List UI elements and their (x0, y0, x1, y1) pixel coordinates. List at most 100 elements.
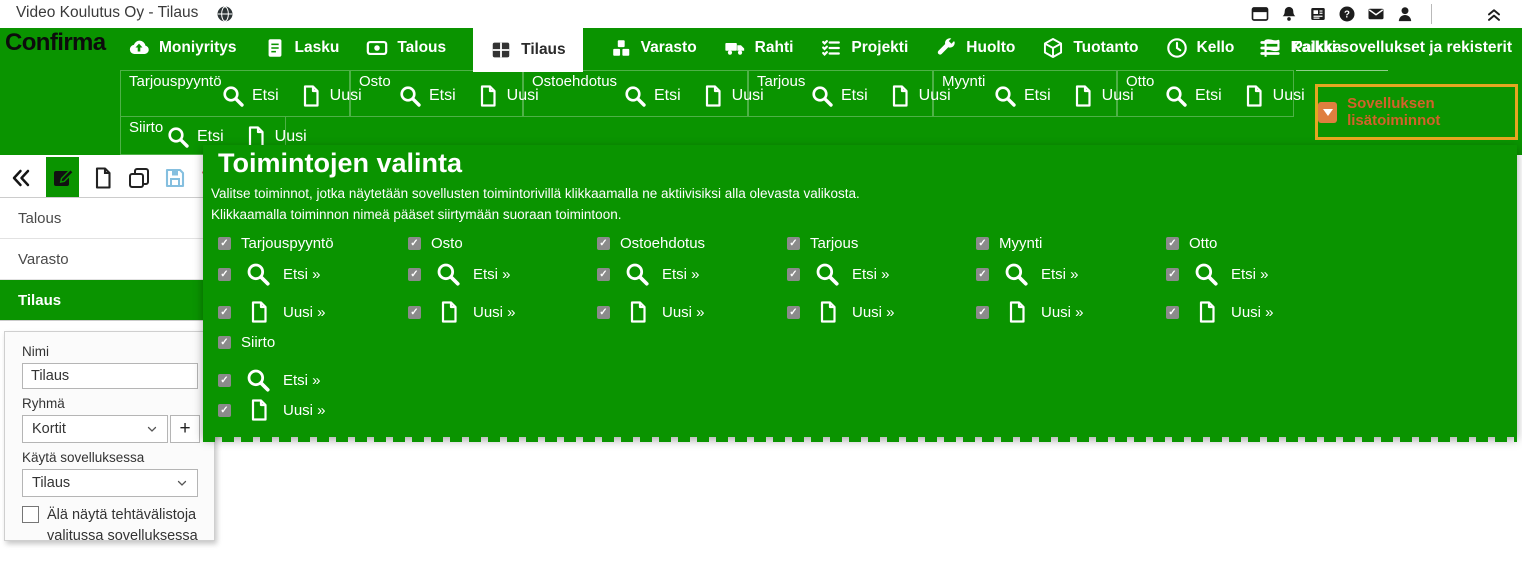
etsi-link[interactable]: Etsi » (852, 266, 890, 283)
etsi-link[interactable]: Etsi » (283, 266, 321, 283)
panel-column-label[interactable]: Tarjouspyyntö (241, 235, 334, 252)
search-icon[interactable] (1003, 261, 1029, 287)
checkbox[interactable] (597, 237, 610, 250)
submenu-group-label[interactable]: Tarjouspyyntö (129, 73, 222, 90)
search-icon[interactable] (245, 261, 271, 287)
etsi-action[interactable]: Etsi (993, 84, 1051, 108)
search-icon[interactable] (814, 261, 840, 287)
app-extra-actions-button[interactable]: Sovelluksen lisätoiminnot (1315, 84, 1518, 140)
checkbox[interactable] (597, 268, 610, 281)
panel-column-label[interactable]: Osto (431, 235, 463, 252)
search-icon[interactable] (624, 261, 650, 287)
etsi-action[interactable]: Etsi (810, 84, 868, 108)
submenu-group-label[interactable]: Siirto (129, 119, 163, 136)
menu-item-huolto[interactable]: Huolto (935, 37, 1015, 59)
etsi-action[interactable]: Etsi (221, 84, 279, 108)
checkbox[interactable] (408, 268, 421, 281)
mail-icon[interactable] (1367, 5, 1385, 23)
list-item-tilaus-selected[interactable]: Tilaus (0, 280, 214, 320)
uusi-link[interactable]: Uusi » (473, 304, 516, 321)
list-item-varasto[interactable]: Varasto (0, 239, 214, 280)
submenu-group-label[interactable]: Myynti (942, 73, 985, 90)
etsi-link[interactable]: Etsi » (1231, 266, 1269, 283)
checkbox[interactable] (218, 268, 231, 281)
ryhma-select[interactable]: Kortit (22, 415, 168, 443)
uusi-link[interactable]: Uusi » (283, 402, 326, 419)
checkbox[interactable] (1166, 306, 1179, 319)
panel-column-label[interactable]: Siirto (241, 334, 275, 351)
panel-column-label[interactable]: Myynti (999, 235, 1042, 252)
bell-icon[interactable] (1280, 5, 1298, 23)
search-icon[interactable] (1193, 261, 1219, 287)
new-document-icon[interactable] (816, 300, 840, 324)
menu-item-lasku[interactable]: Lasku (264, 37, 340, 59)
checkbox[interactable] (976, 268, 989, 281)
all-apps-button[interactable]: Kaikki sovellukset ja rekisterit (1259, 28, 1512, 68)
checkbox[interactable] (218, 237, 231, 250)
checkbox[interactable] (787, 237, 800, 250)
menu-item-tuotanto[interactable]: Tuotanto (1042, 37, 1138, 59)
panel-column-label[interactable]: Tarjous (810, 235, 858, 252)
etsi-link[interactable]: Etsi » (1041, 266, 1079, 283)
checkbox[interactable] (787, 268, 800, 281)
checkbox[interactable] (976, 306, 989, 319)
uusi-link[interactable]: Uusi » (283, 304, 326, 321)
etsi-action[interactable]: Etsi (623, 84, 681, 108)
checkbox[interactable] (218, 404, 231, 417)
checkbox[interactable] (408, 306, 421, 319)
new-document-icon[interactable] (1195, 300, 1219, 324)
copy-icon[interactable] (127, 166, 151, 190)
search-icon[interactable] (245, 367, 271, 393)
checkbox[interactable] (976, 237, 989, 250)
checkbox[interactable] (1166, 268, 1179, 281)
brand-logo[interactable]: Confirma (5, 29, 106, 57)
submenu-group-label[interactable]: Osto (359, 73, 391, 90)
save-icon[interactable] (163, 166, 187, 190)
etsi-link[interactable]: Etsi » (662, 266, 700, 283)
uusi-link[interactable]: Uusi » (1231, 304, 1274, 321)
etsi-action[interactable]: Etsi (398, 84, 456, 108)
menu-item-projekti[interactable]: Projekti (820, 37, 908, 59)
new-document-icon[interactable] (247, 300, 271, 324)
checkbox[interactable] (218, 336, 231, 349)
menu-item-rahti[interactable]: Rahti (724, 37, 794, 59)
checkbox[interactable] (1166, 237, 1179, 250)
checkbox[interactable] (787, 306, 800, 319)
edit-button[interactable] (46, 157, 79, 199)
checkbox[interactable] (597, 306, 610, 319)
nimi-input[interactable] (22, 363, 198, 389)
search-icon[interactable] (435, 261, 461, 287)
help-icon[interactable]: ? (1338, 5, 1356, 23)
etsi-link[interactable]: Etsi » (473, 266, 511, 283)
etsi-action[interactable]: Etsi (1164, 84, 1222, 108)
panel-column-label[interactable]: Otto (1189, 235, 1217, 252)
checkbox[interactable] (408, 237, 421, 250)
collapse-up-icon[interactable] (1484, 4, 1504, 24)
list-item-talous[interactable]: Talous (0, 198, 214, 239)
new-document-icon[interactable] (437, 300, 461, 324)
checkbox[interactable] (218, 306, 231, 319)
uusi-link[interactable]: Uusi » (662, 304, 705, 321)
new-document-icon[interactable] (247, 398, 271, 422)
menu-item-talous[interactable]: Talous (366, 37, 446, 59)
submenu-group-label[interactable]: Ostoehdotus (532, 73, 617, 90)
new-record-icon[interactable] (91, 166, 115, 190)
uusi-link[interactable]: Uusi » (1041, 304, 1084, 321)
uusi-link[interactable]: Uusi » (852, 304, 895, 321)
new-document-icon[interactable] (626, 300, 650, 324)
hide-tasklists-checkbox[interactable] (22, 506, 39, 523)
add-group-button[interactable]: + (170, 415, 200, 443)
window-icon[interactable] (1251, 5, 1269, 23)
panel-column-label[interactable]: Ostoehdotus (620, 235, 705, 252)
etsi-link[interactable]: Etsi » (283, 372, 321, 389)
menu-item-varasto[interactable]: Varasto (610, 37, 697, 59)
kayta-select[interactable]: Tilaus (22, 469, 198, 497)
menu-item-tilaus-active[interactable]: Tilaus (473, 28, 583, 72)
uusi-action[interactable]: Uusi (1242, 84, 1305, 108)
news-icon[interactable] (1309, 5, 1327, 23)
checkbox[interactable] (218, 374, 231, 387)
submenu-group-label[interactable]: Tarjous (757, 73, 805, 90)
new-document-icon[interactable] (1005, 300, 1029, 324)
menu-item-moniyritys[interactable]: Moniyritys (128, 37, 237, 59)
submenu-group-label[interactable]: Otto (1126, 73, 1154, 90)
